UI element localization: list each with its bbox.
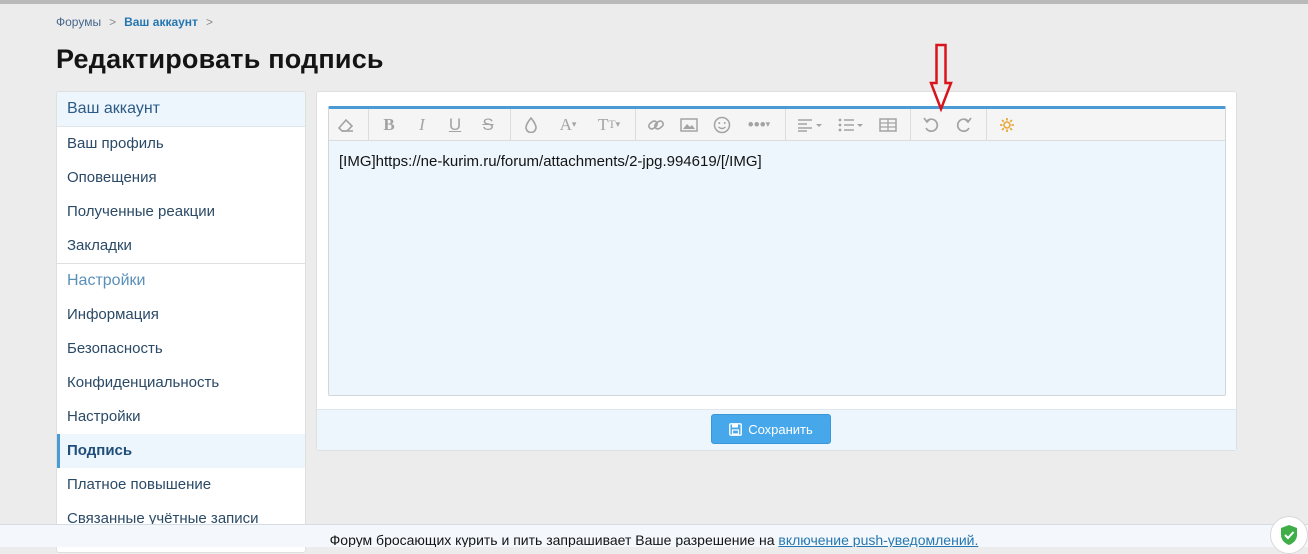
sidebar-item-preferences[interactable]: Настройки [57, 400, 305, 434]
rich-text-editor: B I U S A ▾ T T ▾ ••• ▾ [IMG]https://ne-… [328, 106, 1226, 396]
smilie-icon[interactable] [711, 109, 733, 140]
italic-icon[interactable]: I [411, 109, 433, 140]
form-submit-row: Сохранить [317, 409, 1236, 450]
color-icon[interactable] [520, 109, 542, 140]
notice-text: Форум бросающих курить и пить запрашивае… [329, 532, 779, 547]
undo-icon[interactable] [920, 109, 942, 140]
sidebar-item-information[interactable]: Информация [57, 298, 305, 332]
save-button-label: Сохранить [748, 421, 813, 437]
strikethrough-icon[interactable]: S [477, 109, 499, 140]
breadcrumb-forums[interactable]: Форумы [56, 15, 101, 29]
breadcrumb-separator: > [109, 15, 117, 29]
signature-textarea[interactable]: [IMG]https://ne-kurim.ru/forum/attachmen… [329, 141, 1225, 395]
annotation-arrow-icon [929, 43, 953, 113]
sidebar-section-settings: Настройки [57, 263, 305, 298]
sidebar-item-bookmarks[interactable]: Закладки [57, 229, 305, 263]
security-shield-icon[interactable] [1270, 516, 1308, 554]
font-size-icon[interactable]: T T ▾ [594, 109, 624, 140]
table-icon[interactable] [877, 109, 899, 140]
bold-icon[interactable]: B [378, 109, 400, 140]
more-icon[interactable]: ••• ▾ [744, 109, 774, 140]
account-sidebar: Ваш аккаунт Ваш профиль Оповещения Получ… [56, 91, 306, 553]
sidebar-item-signature[interactable]: Подпись [57, 434, 305, 468]
page-title: Редактировать подпись [56, 44, 384, 74]
sidebar-item-security[interactable]: Безопасность [57, 332, 305, 366]
sidebar-item-privacy[interactable]: Конфиденциальность [57, 366, 305, 400]
toolbar-divider [785, 109, 786, 140]
link-icon[interactable] [645, 109, 667, 140]
redo-icon[interactable] [953, 109, 975, 140]
sidebar-item-reactions[interactable]: Полученные реакции [57, 195, 305, 229]
enable-push-link[interactable]: включение push-уведомлений. [778, 532, 978, 547]
save-button[interactable]: Сохранить [711, 414, 831, 444]
breadcrumb: Форумы > Ваш аккаунт > [56, 15, 221, 29]
toolbar-divider [510, 109, 511, 140]
underline-icon[interactable]: U [444, 109, 466, 140]
toolbar-divider [986, 109, 987, 140]
breadcrumb-separator: > [205, 15, 213, 29]
sidebar-item-upgrades[interactable]: Платное повышение [57, 468, 305, 502]
editor-toolbar: B I U S A ▾ T T ▾ ••• ▾ [329, 109, 1225, 141]
font-family-icon[interactable]: A ▾ [553, 109, 583, 140]
save-icon [729, 422, 743, 436]
push-notification-banner: Форум бросающих курить и пить запрашивае… [0, 524, 1308, 547]
top-border [0, 0, 1308, 4]
toolbar-divider [910, 109, 911, 140]
toolbar-divider [368, 109, 369, 140]
list-icon[interactable] [836, 109, 866, 140]
align-icon[interactable] [795, 109, 825, 140]
eraser-icon[interactable] [335, 109, 357, 140]
sidebar-item-profile[interactable]: Ваш профиль [57, 127, 305, 161]
bbcode-toggle-icon[interactable] [996, 109, 1018, 140]
sidebar-item-alerts[interactable]: Оповещения [57, 161, 305, 195]
sidebar-section-account[interactable]: Ваш аккаунт [57, 92, 305, 127]
signature-form: B I U S A ▾ T T ▾ ••• ▾ [IMG]https://ne-… [316, 91, 1237, 451]
image-icon[interactable] [678, 109, 700, 140]
breadcrumb-account[interactable]: Ваш аккаунт [124, 15, 198, 29]
toolbar-divider [635, 109, 636, 140]
